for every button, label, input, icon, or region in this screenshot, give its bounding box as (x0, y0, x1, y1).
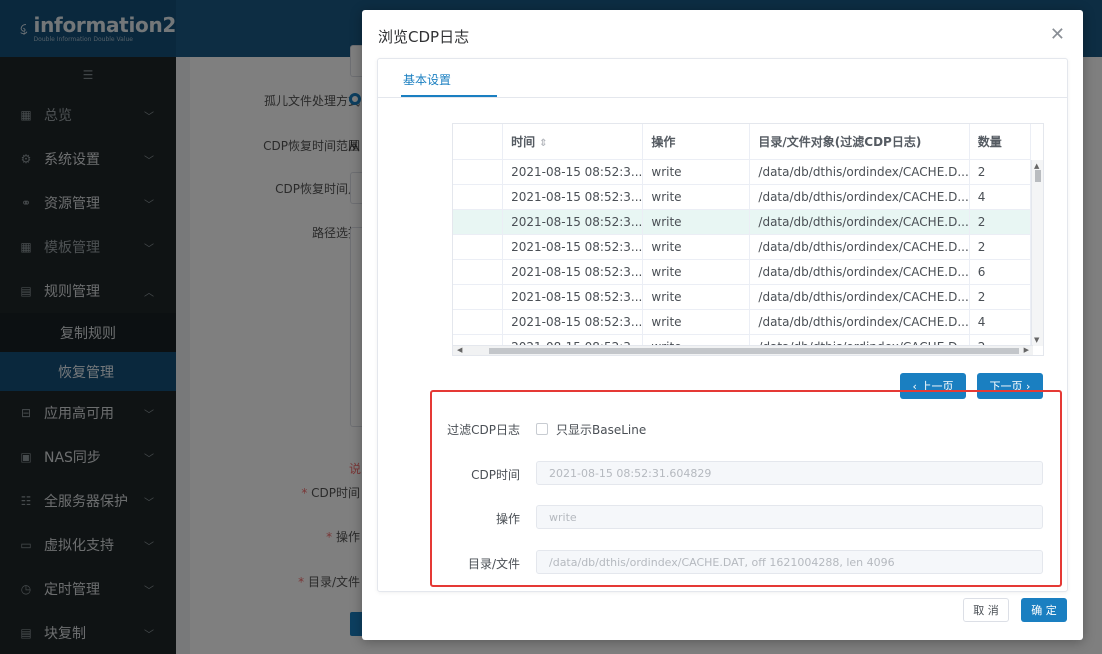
scroll-up-icon[interactable]: ▲ (1034, 162, 1039, 170)
column-header-index: ⁝ (453, 124, 504, 160)
column-header-path: 目录/文件对象(过滤CDP日志) (749, 124, 970, 160)
column-header-count: 数量 (969, 124, 1032, 160)
table-row-selected[interactable]: 2021-08-15 08:52:3... write/data/db/dthis… (453, 209, 1032, 235)
dialog-panel: 基本设置 ⁝ 时间⇕ 操作 目录/文件对象(过滤CDP日志) 数量 2021-0… (377, 58, 1068, 592)
scroll-right-icon[interactable]: ▶ (1024, 346, 1029, 354)
cancel-button[interactable]: 取 消 (963, 598, 1009, 622)
table-row[interactable]: 2021-08-15 08:52:3... write/data/db/dthis… (453, 184, 1032, 210)
dialog-title: 浏览CDP日志 (378, 28, 470, 46)
tab-bar: 基本设置 (378, 59, 1067, 98)
baseline-checkbox-label[interactable]: 只显示BaseLine (556, 421, 646, 438)
baseline-checkbox[interactable] (536, 423, 548, 435)
column-header-time[interactable]: 时间 ⇕ (502, 124, 644, 160)
confirm-button[interactable]: 确 定 (1021, 598, 1067, 622)
table-row[interactable]: 2021-08-15 08:52:3... write/data/db/dthis… (453, 284, 1032, 310)
cdp-time-label: CDP时间 (471, 468, 520, 482)
tab-active-indicator (401, 95, 497, 97)
operation-label: 操作 (495, 512, 520, 526)
vertical-scrollbar[interactable]: ▲ ▼ (1031, 160, 1043, 346)
path-file-field[interactable]: /data/db/dthis/ordindex/CACHE.DAT, off 1… (536, 550, 1043, 574)
table-row[interactable]: 2021-08-15 08:52:3... write/data/db/dthis… (453, 259, 1032, 285)
cdp-log-table: ⁝ 时间⇕ 操作 目录/文件对象(过滤CDP日志) 数量 2021-08-15 … (452, 123, 1044, 356)
horizontal-scrollbar[interactable]: ◀ ▶ (453, 345, 1033, 355)
browse-cdp-log-dialog: 浏览CDP日志 ✕ 基本设置 ⁝ 时间⇕ 操作 目录/文件对象(过滤CDP日志)… (362, 10, 1083, 640)
operation-field[interactable]: write (536, 505, 1043, 529)
scroll-down-icon[interactable]: ▼ (1034, 336, 1039, 344)
table-header-row: ⁝ 时间⇕ 操作 目录/文件对象(过滤CDP日志) 数量 (453, 124, 1032, 160)
path-file-label: 目录/文件 (467, 557, 520, 571)
cdp-time-field[interactable]: 2021-08-15 08:52:31.604829 (536, 461, 1043, 485)
scroll-thumb[interactable] (489, 348, 1019, 354)
filter-cdp-log-label: 过滤CDP日志 (447, 423, 520, 437)
tab-basic-settings[interactable]: 基本设置 (403, 71, 451, 88)
scroll-thumb[interactable] (1035, 170, 1041, 182)
close-icon[interactable]: ✕ (1050, 24, 1065, 45)
table-row[interactable]: 2021-08-15 08:52:3... write/data/db/dthis… (453, 309, 1032, 335)
table-row[interactable]: 2021-08-15 08:52:3... write/data/db/dthis… (453, 159, 1032, 185)
sort-icon[interactable]: ⇕ (539, 138, 547, 149)
scroll-left-icon[interactable]: ◀ (457, 346, 462, 354)
column-header-op: 操作 (642, 124, 751, 160)
table-row[interactable]: 2021-08-15 08:52:3... write/data/db/dthis… (453, 234, 1032, 260)
